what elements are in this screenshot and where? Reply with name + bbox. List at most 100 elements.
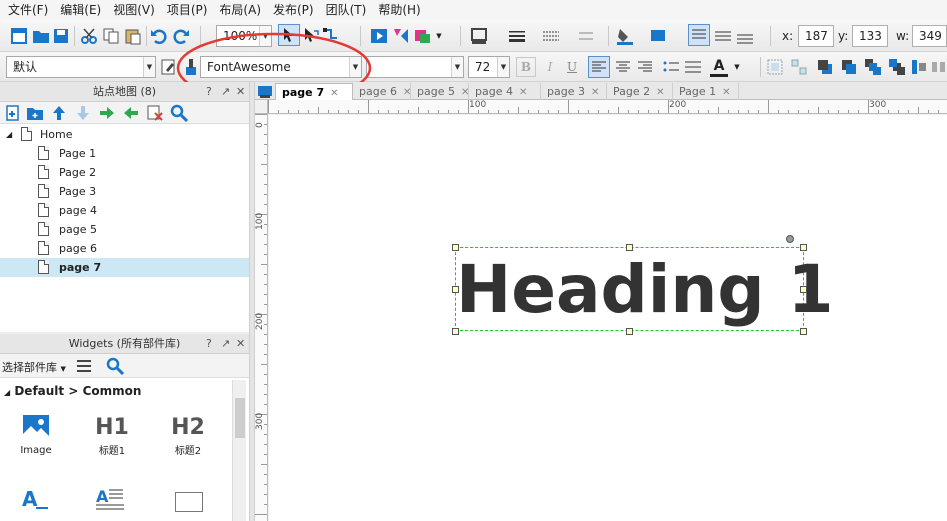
- layout-icon[interactable]: [10, 27, 28, 45]
- popout-icon[interactable]: ↗: [221, 82, 230, 102]
- group-icon[interactable]: [766, 58, 784, 76]
- resize-handle-n[interactable]: [626, 244, 633, 251]
- menu-help[interactable]: 帮助(H): [372, 0, 426, 20]
- tab-page-1[interactable]: Page 1 ✕: [673, 83, 739, 100]
- align-center-icon[interactable]: [614, 58, 632, 76]
- tab-page-7[interactable]: page 7 ✕: [275, 83, 353, 100]
- chevron-down-icon[interactable]: ▼: [732, 58, 742, 76]
- close-icon[interactable]: ✕: [236, 334, 245, 354]
- shadow-icon[interactable]: [650, 27, 668, 45]
- style-editor-icon[interactable]: [160, 58, 178, 76]
- width-input[interactable]: 349: [912, 25, 947, 47]
- publish-icon[interactable]: [414, 27, 432, 45]
- move-up-icon[interactable]: [50, 104, 68, 122]
- heading-text[interactable]: Heading 1: [456, 248, 834, 332]
- cut-icon[interactable]: [80, 27, 98, 45]
- paste-icon[interactable]: [124, 27, 142, 45]
- bold-button[interactable]: B: [516, 57, 536, 77]
- underline-button[interactable]: U: [562, 57, 582, 77]
- rectangle-widget-icon[interactable]: [175, 492, 203, 512]
- resize-handle-se[interactable]: [800, 328, 807, 335]
- search-icon[interactable]: [170, 104, 188, 122]
- font-weight-select[interactable]: ▼: [366, 56, 464, 78]
- tab-page-4[interactable]: page 4 ✕: [469, 83, 541, 100]
- close-icon[interactable]: ✕: [722, 87, 730, 98]
- expand-arrow-icon[interactable]: ◢: [6, 125, 12, 144]
- connector-tool-icon[interactable]: [322, 27, 340, 45]
- open-folder-icon[interactable]: [32, 27, 50, 45]
- sitemap-item-page-5[interactable]: page 5: [0, 220, 249, 239]
- bring-to-front-icon[interactable]: [864, 58, 882, 76]
- menu-publish[interactable]: 发布(P): [267, 0, 320, 20]
- connector-pointer-icon[interactable]: [302, 27, 320, 45]
- design-canvas[interactable]: Heading 1: [269, 115, 947, 521]
- widgets-scrollbar[interactable]: [232, 380, 246, 521]
- preview-icon[interactable]: [370, 27, 388, 45]
- layout-tab-icon[interactable]: [257, 83, 273, 99]
- chevron-down-icon[interactable]: ▼: [434, 27, 444, 45]
- distribute-icon[interactable]: [930, 58, 947, 76]
- menu-view[interactable]: 视图(V): [107, 0, 161, 20]
- share-icon[interactable]: [392, 27, 410, 45]
- resize-handle-sw[interactable]: [452, 328, 459, 335]
- close-icon[interactable]: ✕: [591, 87, 599, 98]
- format-painter-icon[interactable]: [182, 58, 200, 76]
- redo-icon[interactable]: [172, 27, 190, 45]
- line-style-icon[interactable]: [542, 27, 560, 45]
- search-icon[interactable]: [106, 357, 124, 375]
- close-icon[interactable]: ✕: [236, 82, 245, 102]
- close-icon[interactable]: ✕: [519, 87, 527, 98]
- sitemap-item-page-7[interactable]: page 7: [0, 258, 249, 277]
- undo-icon[interactable]: [150, 27, 168, 45]
- align-left-button[interactable]: [588, 56, 610, 78]
- line-weight-icon[interactable]: [508, 27, 526, 45]
- tab-page-5[interactable]: page 5 ✕: [411, 83, 469, 100]
- resize-handle-ne[interactable]: [800, 244, 807, 251]
- select-pointer-button[interactable]: [278, 24, 300, 46]
- align-top-button[interactable]: [688, 24, 710, 46]
- outdent-icon[interactable]: [122, 104, 140, 122]
- paragraph-widget-icon[interactable]: A: [96, 486, 126, 514]
- border-color-icon[interactable]: [470, 27, 488, 45]
- delete-page-icon[interactable]: [146, 104, 164, 122]
- font-size-select[interactable]: 72 ▼: [468, 56, 510, 78]
- library-select[interactable]: 选择部件库 ▼: [2, 359, 66, 375]
- sitemap-item-page-6[interactable]: page 6: [0, 239, 249, 258]
- help-icon[interactable]: ?: [206, 334, 212, 354]
- resize-handle-w[interactable]: [452, 286, 459, 293]
- save-icon[interactable]: [52, 27, 70, 45]
- heading-widget[interactable]: Heading 1: [455, 247, 834, 332]
- send-to-back-icon[interactable]: [888, 58, 906, 76]
- menu-project[interactable]: 项目(P): [161, 0, 214, 20]
- send-backward-icon[interactable]: [840, 58, 858, 76]
- menu-icon[interactable]: [76, 357, 94, 375]
- sitemap-item-page-2[interactable]: Page 2: [0, 163, 249, 182]
- popout-icon[interactable]: ↗: [221, 334, 230, 354]
- font-color-button[interactable]: A: [710, 57, 728, 77]
- widget-image[interactable]: Image: [6, 414, 66, 456]
- menu-team[interactable]: 团队(T): [320, 0, 373, 20]
- move-down-icon[interactable]: [74, 104, 92, 122]
- menu-edit[interactable]: 编辑(E): [54, 0, 107, 20]
- bullet-list-icon[interactable]: [662, 58, 680, 76]
- label-widget-icon[interactable]: A: [20, 488, 50, 512]
- font-family-select[interactable]: FontAwesome ▼: [200, 56, 362, 78]
- indent-icon[interactable]: [98, 104, 116, 122]
- widget-section-header[interactable]: ◢ Default > Common: [4, 384, 141, 398]
- menu-file[interactable]: 文件(F): [2, 0, 54, 20]
- tab-page-3[interactable]: page 3 ✕: [541, 83, 607, 100]
- zoom-select[interactable]: 100% ▼: [216, 25, 272, 47]
- widget-heading-2[interactable]: H2 标题2: [158, 414, 218, 457]
- resize-handle-nw[interactable]: [452, 244, 459, 251]
- fill-color-icon[interactable]: [616, 27, 634, 45]
- close-icon[interactable]: ✕: [330, 88, 338, 99]
- ungroup-icon[interactable]: [790, 58, 808, 76]
- sitemap-item-page-3[interactable]: Page 3: [0, 182, 249, 201]
- align-right-icon[interactable]: [636, 58, 654, 76]
- line-spacing-icon[interactable]: [684, 58, 702, 76]
- close-icon[interactable]: ✕: [656, 87, 664, 98]
- help-icon[interactable]: ?: [206, 82, 212, 102]
- resize-handle-e[interactable]: [800, 286, 807, 293]
- add-folder-icon[interactable]: [26, 104, 44, 122]
- copy-icon[interactable]: [102, 27, 120, 45]
